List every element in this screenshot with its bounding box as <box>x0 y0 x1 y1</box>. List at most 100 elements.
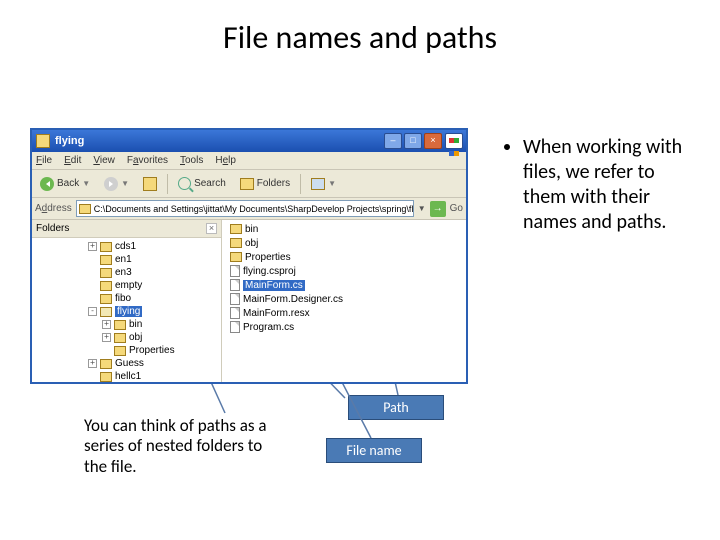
folder-icon <box>100 307 112 317</box>
folder-tree[interactable]: + cds1 en1 en3emptyfibo - flying + bin + obj Prope… <box>32 238 221 382</box>
go-label: Go <box>450 203 463 214</box>
search-button[interactable]: Search <box>174 173 230 195</box>
folder-icon <box>100 255 112 265</box>
folder-icon <box>100 281 112 291</box>
menu-help[interactable]: Help <box>215 155 236 166</box>
file-item-label: Program.cs <box>243 322 294 333</box>
forward-icon <box>104 177 118 191</box>
folder-icon <box>100 372 112 382</box>
menu-edit[interactable]: Edit <box>64 155 81 166</box>
expand-toggle[interactable]: + <box>102 333 111 342</box>
views-button[interactable]: ▼ <box>307 173 340 195</box>
folder-icon <box>100 268 112 278</box>
tree-item[interactable]: hellc1 <box>34 370 221 382</box>
window-title: flying <box>55 135 384 147</box>
file-item[interactable]: Properties <box>224 250 464 264</box>
tree-item[interactable]: + obj <box>34 331 221 344</box>
tree-item[interactable]: fibo <box>34 292 221 305</box>
folder-icon <box>114 320 126 330</box>
address-path: C:\Documents and Settings\jittat\My Docu… <box>94 204 414 214</box>
folder-icon <box>114 346 126 356</box>
tree-item-label: Guess <box>115 358 144 369</box>
tree-item-label: bin <box>129 319 142 330</box>
folder-icon <box>100 242 112 252</box>
address-dropdown-icon[interactable]: ▼ <box>418 204 426 213</box>
tree-item-label: Properties <box>129 345 175 356</box>
file-item[interactable]: MainForm.resx <box>224 306 464 320</box>
folders-pane-header: Folders × <box>32 220 221 238</box>
folder-icon <box>114 333 126 343</box>
file-item[interactable]: Program.cs <box>224 320 464 334</box>
maximize-button[interactable]: □ <box>404 133 422 149</box>
close-button[interactable]: × <box>424 133 442 149</box>
label-path-box: Path <box>348 395 444 420</box>
tree-item-label: fibo <box>115 293 131 304</box>
folders-icon <box>240 178 254 190</box>
file-list[interactable]: bin obj Properties flying.csproj MainForm.cs… <box>222 220 466 382</box>
tree-item-label: en3 <box>115 267 132 278</box>
expand-toggle[interactable]: - <box>88 307 97 316</box>
slide-title: File names and paths <box>0 0 720 57</box>
slide-bullet: When working with files, we refer to the… <box>523 135 695 235</box>
folder-icon <box>100 294 112 304</box>
file-item[interactable]: MainForm.cs <box>224 278 464 292</box>
folder-icon <box>230 224 242 234</box>
file-icon <box>230 307 240 319</box>
file-item-label: flying.csproj <box>243 266 296 277</box>
go-button[interactable]: → <box>430 201 446 217</box>
back-button[interactable]: Back▼ <box>36 173 94 195</box>
label-filename-box: File name <box>326 438 422 463</box>
tree-item-label: obj <box>129 332 142 343</box>
file-item-label: obj <box>245 238 258 249</box>
file-item-label: MainForm.cs <box>243 280 305 291</box>
file-item[interactable]: flying.csproj <box>224 264 464 278</box>
folder-icon <box>230 238 242 248</box>
tree-item[interactable]: + cds1 <box>34 240 221 253</box>
menubar: File Edit View Favorites Tools Help <box>32 152 466 170</box>
file-item-label: MainForm.Designer.cs <box>243 294 343 305</box>
tree-item-label: flying <box>115 306 142 317</box>
toolbar: Back▼ ▼ Search Folders ▼ <box>32 170 466 198</box>
window-icon <box>36 134 50 148</box>
tree-item[interactable]: + bin <box>34 318 221 331</box>
menu-view[interactable]: View <box>93 155 115 166</box>
up-button[interactable] <box>139 173 161 195</box>
folders-pane-title: Folders <box>36 223 69 234</box>
expand-toggle[interactable]: + <box>88 242 97 251</box>
windows-logo-icon <box>445 133 463 149</box>
file-item[interactable]: MainForm.Designer.cs <box>224 292 464 306</box>
address-folder-icon <box>79 204 91 214</box>
file-item[interactable]: bin <box>224 222 464 236</box>
address-label: Address <box>35 203 72 214</box>
tree-item[interactable]: empty <box>34 279 221 292</box>
explorer-window: flying – □ × File Edit View Favorites To… <box>30 128 468 384</box>
tree-item[interactable]: en3 <box>34 266 221 279</box>
file-icon <box>230 265 240 277</box>
tree-item[interactable]: Properties <box>34 344 221 357</box>
folders-pane: Folders × + cds1 en1 en3emptyfibo - flying + bi… <box>32 220 222 382</box>
folders-button[interactable]: Folders <box>236 173 294 195</box>
tree-item-label: hellc1 <box>115 371 141 382</box>
tree-item-label: cds1 <box>115 241 136 252</box>
file-icon <box>230 321 240 333</box>
file-item-label: Properties <box>245 252 291 263</box>
expand-toggle[interactable]: + <box>88 359 97 368</box>
tree-item[interactable]: + Guess <box>34 357 221 370</box>
forward-button[interactable]: ▼ <box>100 173 133 195</box>
titlebar: flying – □ × <box>32 130 466 152</box>
tree-item-label: en1 <box>115 254 132 265</box>
file-item-label: MainForm.resx <box>243 308 310 319</box>
file-item-label: bin <box>245 224 258 235</box>
expand-toggle[interactable]: + <box>102 320 111 329</box>
tree-item[interactable]: en1 <box>34 253 221 266</box>
file-icon <box>230 279 240 291</box>
menu-file[interactable]: File <box>36 155 52 166</box>
minimize-button[interactable]: – <box>384 133 402 149</box>
menu-tools[interactable]: Tools <box>180 155 203 166</box>
file-item[interactable]: obj <box>224 236 464 250</box>
address-input[interactable]: C:\Documents and Settings\jittat\My Docu… <box>76 200 414 217</box>
caption-paths: You can think of paths as a series of ne… <box>84 416 272 477</box>
menu-favorites[interactable]: Favorites <box>127 155 168 166</box>
folders-pane-close-button[interactable]: × <box>206 223 217 234</box>
tree-item[interactable]: - flying <box>34 305 221 318</box>
